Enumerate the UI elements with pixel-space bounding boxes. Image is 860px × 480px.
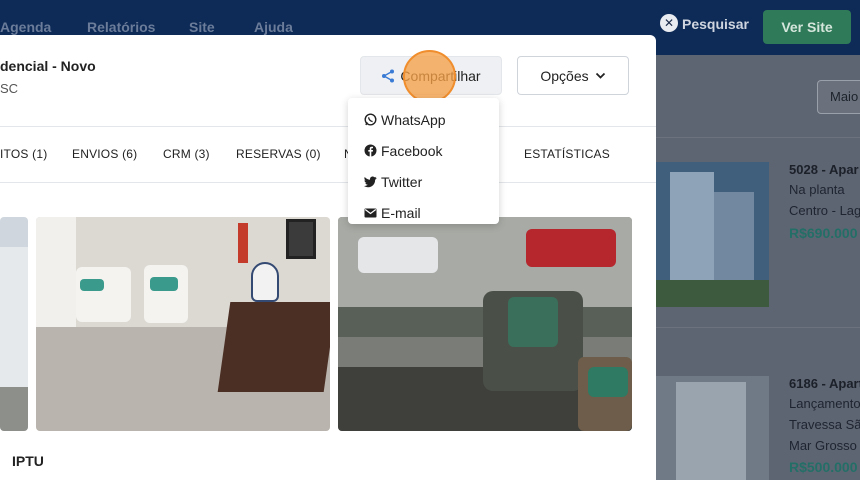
nav-ajuda[interactable]: Ajuda bbox=[254, 19, 293, 35]
whatsapp-icon bbox=[364, 113, 377, 126]
property-subtitle: SC bbox=[0, 81, 19, 96]
click-indicator bbox=[403, 50, 456, 103]
listing-status: Na planta bbox=[789, 182, 845, 197]
share-facebook[interactable]: Facebook bbox=[348, 135, 499, 166]
property-photo[interactable] bbox=[36, 217, 330, 431]
search-label: Pesquisar bbox=[682, 16, 749, 32]
share-whatsapp[interactable]: WhatsApp bbox=[348, 104, 499, 135]
property-photo[interactable] bbox=[338, 217, 632, 431]
listing-divider bbox=[656, 137, 860, 138]
listing-divider bbox=[656, 327, 860, 328]
listing-title[interactable]: 5028 - Apar bbox=[789, 162, 859, 177]
mail-icon bbox=[364, 206, 377, 219]
share-dropdown: WhatsApp Facebook Twitter E-mail bbox=[348, 98, 499, 224]
ver-site-button[interactable]: Ver Site bbox=[763, 10, 851, 44]
nav-agenda[interactable]: Agenda bbox=[0, 19, 51, 35]
share-email[interactable]: E-mail bbox=[348, 197, 499, 228]
share-twitter-label: Twitter bbox=[381, 173, 423, 190]
property-title: dencial - Novo bbox=[0, 58, 96, 74]
listing-price: R$690.000 bbox=[789, 225, 858, 241]
listing-address: Travessa Sã bbox=[789, 417, 860, 432]
twitter-icon bbox=[364, 175, 377, 188]
tab-envios[interactable]: ENVIOS (6) bbox=[72, 147, 137, 161]
share-icon bbox=[381, 69, 395, 83]
share-email-label: E-mail bbox=[381, 204, 421, 221]
share-facebook-label: Facebook bbox=[381, 142, 443, 159]
tab-imoveis[interactable]: ITOS (1) bbox=[0, 147, 47, 161]
nav-site[interactable]: Site bbox=[189, 19, 215, 35]
property-modal: dencial - Novo SC Compartilhar Opções IT… bbox=[0, 35, 656, 480]
iptu-label: IPTU bbox=[12, 453, 44, 469]
close-icon[interactable]: ✕ bbox=[660, 14, 678, 32]
sort-button[interactable]: Maio bbox=[817, 80, 860, 114]
tab-estatisticas[interactable]: ESTATÍSTICAS bbox=[524, 147, 610, 161]
listing-thumbnail[interactable] bbox=[656, 162, 769, 307]
listing-thumbnail[interactable] bbox=[656, 376, 769, 480]
listing-status: Lançamento bbox=[789, 396, 860, 411]
listing-title[interactable]: 6186 - Apart bbox=[789, 376, 860, 391]
options-button[interactable]: Opções bbox=[517, 56, 629, 95]
options-button-label: Opções bbox=[540, 67, 589, 84]
tab-reservas[interactable]: RESERVAS (0) bbox=[236, 147, 321, 161]
property-photo[interactable] bbox=[0, 217, 28, 431]
tabs-divider bbox=[0, 182, 656, 183]
header-divider bbox=[0, 126, 656, 127]
share-whatsapp-label: WhatsApp bbox=[381, 111, 446, 128]
search-link[interactable]: ✕ Pesquisar bbox=[660, 14, 749, 32]
listing-neighborhood: Mar Grosso bbox=[789, 438, 857, 453]
listing-price: R$500.000 bbox=[789, 459, 858, 475]
chevron-down-icon bbox=[595, 72, 606, 80]
share-twitter[interactable]: Twitter bbox=[348, 166, 499, 197]
facebook-icon bbox=[364, 144, 377, 157]
tab-crm[interactable]: CRM (3) bbox=[163, 147, 210, 161]
nav-relatorios[interactable]: Relatórios bbox=[87, 19, 155, 35]
listing-location: Centro - Lag bbox=[789, 203, 860, 218]
